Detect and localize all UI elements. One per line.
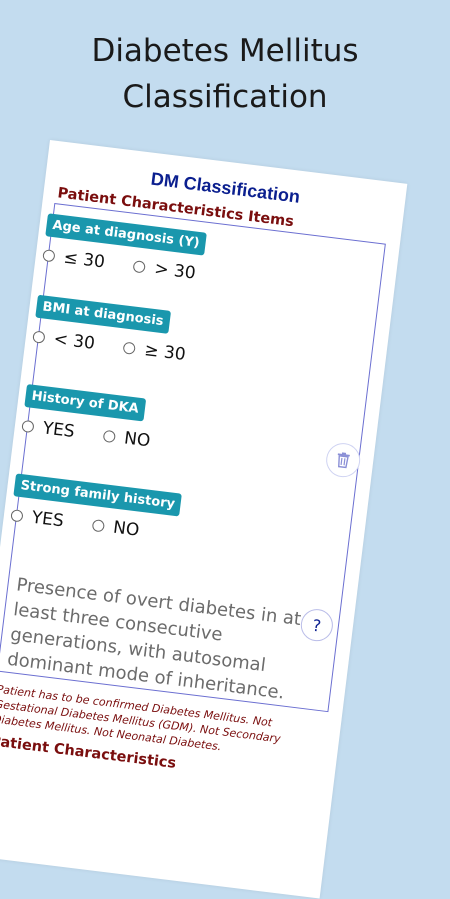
trash-icon <box>337 452 350 469</box>
promo-title: Diabetes Mellitus Classification <box>0 28 450 120</box>
radio-icon[interactable] <box>122 341 137 355</box>
options-bmi: < 30 ≥ 30 <box>32 326 211 368</box>
promo-title-line-2: Classification <box>122 79 328 115</box>
option-dka-no[interactable]: NO <box>102 426 152 452</box>
question-bmi: BMI at diagnosis < 30 ≥ 30 <box>32 294 215 368</box>
option-label: NO <box>112 517 141 541</box>
option-label: > 30 <box>153 258 197 284</box>
promo-title-line-1: Diabetes Mellitus <box>91 33 359 69</box>
option-label: NO <box>123 428 152 452</box>
option-family-history-no[interactable]: NO <box>91 515 140 541</box>
option-bmi-lt-30[interactable]: < 30 <box>32 326 96 354</box>
option-dka-yes[interactable]: YES <box>21 416 76 442</box>
question-label-bmi: BMI at diagnosis <box>35 294 171 334</box>
radio-icon[interactable] <box>21 419 35 434</box>
option-label: < 30 <box>52 329 96 354</box>
question-age: Age at diagnosis (Y) ≤ 30 > 30 <box>42 213 225 286</box>
question-dka: History of DKA YES NO <box>21 384 179 454</box>
radio-icon[interactable] <box>102 429 117 444</box>
question-family-history: Strong family history YES NO <box>10 473 183 545</box>
option-label: ≥ 30 <box>143 340 187 366</box>
option-family-history-yes[interactable]: YES <box>10 505 65 531</box>
option-label: YES <box>30 507 65 532</box>
option-bmi-ge-30[interactable]: ≥ 30 <box>122 338 187 366</box>
radio-icon[interactable] <box>91 519 106 533</box>
question-label-dka: History of DKA <box>24 384 146 422</box>
options-dka: YES NO <box>21 416 175 455</box>
radio-icon[interactable] <box>32 330 46 344</box>
option-label: YES <box>41 418 76 443</box>
option-label: ≤ 30 <box>62 247 106 273</box>
radio-icon[interactable] <box>42 249 56 263</box>
characteristics-panel: Age at diagnosis (Y) ≤ 30 > 30 BMI at di… <box>0 203 386 713</box>
delete-button[interactable] <box>324 441 363 480</box>
radio-icon[interactable] <box>10 509 24 523</box>
app-screen: DM Classification Patient Characteristic… <box>0 140 408 899</box>
radio-icon[interactable] <box>132 260 147 274</box>
option-age-le-30[interactable]: ≤ 30 <box>42 245 106 273</box>
option-age-gt-30[interactable]: > 30 <box>132 256 197 284</box>
